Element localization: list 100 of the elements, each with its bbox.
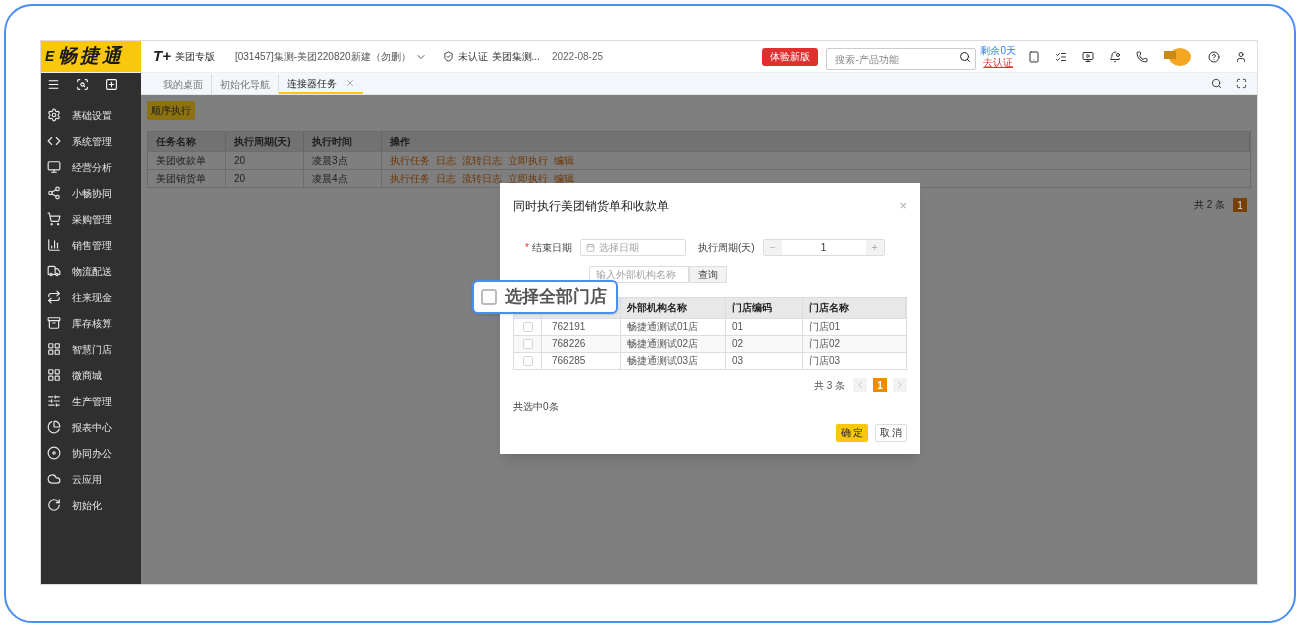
table-cell: 凌晨4点: [304, 170, 382, 187]
search-field[interactable]: 搜索-产品功能: [826, 48, 977, 70]
table-cell: 02: [726, 335, 803, 352]
grid-icon: [47, 368, 61, 382]
cert-status: 未认证: [457, 50, 488, 64]
field-label: 结束日期: [531, 240, 572, 255]
table-cell: 03: [726, 352, 803, 369]
code-icon: [47, 134, 61, 148]
table-cell: 768226: [542, 335, 621, 352]
stepper-value: 1: [819, 240, 828, 255]
select-all-label: 选择全部门店: [505, 286, 607, 309]
table-cell: 01: [726, 318, 803, 335]
certify-link[interactable]: 去认证: [983, 56, 1014, 69]
table-cell: 畅捷通测试03店: [621, 352, 726, 369]
table-cell: 20: [226, 170, 304, 187]
sidebar-item[interactable]: 智慧门店: [41, 336, 141, 362]
tab[interactable]: 我的桌面: [155, 74, 212, 94]
tablet-icon[interactable]: [1028, 50, 1040, 63]
table-cell-text: 门店02: [808, 337, 842, 351]
table-cell: 美团销货单: [148, 170, 226, 187]
date-field[interactable]: 选择日期: [579, 238, 686, 256]
menu-icon[interactable]: [47, 77, 60, 91]
sequence-button[interactable]: 顺序执行: [147, 101, 195, 120]
shield-icon: [442, 51, 454, 62]
disc-icon: [47, 446, 61, 460]
sidebar-item[interactable]: 小畅协同: [41, 180, 141, 206]
total-count: 共 2 条: [1193, 198, 1225, 212]
sidebar-item[interactable]: 生产管理: [41, 388, 141, 414]
refresh-icon: [47, 498, 61, 512]
select-all-checkbox[interactable]: [481, 289, 497, 305]
checklist-icon[interactable]: [1055, 50, 1067, 63]
search-icon[interactable]: [959, 50, 972, 63]
sidebar-item[interactable]: 云应用: [41, 466, 141, 492]
days-left: 剩余0天: [980, 44, 1016, 57]
sliders-icon: [47, 394, 61, 408]
table-cell: 畅捷通测试02店: [621, 335, 726, 352]
column-header: 操作: [382, 132, 1250, 151]
bell-icon[interactable]: [1109, 50, 1121, 63]
trial-button[interactable]: 体验新版: [762, 47, 819, 66]
grid-icon: [47, 342, 61, 356]
sidebar-item[interactable]: 销售管理: [41, 232, 141, 258]
required-mark: *: [525, 240, 529, 255]
cloud-icon: [47, 472, 61, 486]
brand-mark: T+: [153, 46, 171, 67]
screen-icon[interactable]: [1082, 50, 1094, 63]
page-button[interactable]: 1: [1233, 197, 1247, 212]
table-cell: 762191: [542, 318, 621, 335]
sidebar-item[interactable]: 采购管理: [41, 206, 141, 232]
query-button[interactable]: 查询: [689, 265, 727, 283]
table-cell: 凌晨3点: [304, 152, 382, 169]
sidebar-item[interactable]: 往来现金: [41, 284, 141, 310]
column-header: 外部机构名称: [621, 297, 726, 318]
row-checkbox[interactable]: [522, 338, 533, 349]
total-count: 共 3 条: [813, 378, 845, 393]
table-cell-text: 门店01: [808, 320, 842, 334]
sidebar-item[interactable]: 库存核算: [41, 310, 141, 336]
table-cell: 20: [226, 152, 304, 169]
selected-count: 共选中0条: [513, 399, 560, 414]
brand-label: 美团专版: [174, 50, 215, 64]
row-checkbox[interactable]: [522, 355, 533, 366]
archive-icon: [47, 316, 61, 330]
column-header: 任务名称: [148, 132, 226, 151]
network-icon: [47, 186, 61, 200]
sidebar-item[interactable]: 物流配送: [41, 258, 141, 284]
sidebar-item[interactable]: 基础设置: [41, 102, 141, 128]
pie-chart-icon: [47, 420, 61, 434]
column-header: 执行时间: [304, 132, 382, 151]
confirm-button[interactable]: 确 定: [836, 423, 868, 442]
company-selector[interactable]: [031457]集测-美团220820新建（勿删）: [234, 49, 427, 64]
table-cell: 766285: [542, 352, 621, 369]
dialog-title: 同时执行美团销货单和收款单: [513, 197, 669, 215]
sidebar-item[interactable]: 协同办公: [41, 440, 141, 466]
column-header: 执行周期(天): [226, 132, 304, 151]
repeat-icon: [47, 290, 61, 304]
sidebar-item[interactable]: 系统管理: [41, 128, 141, 154]
gear-icon: [47, 108, 61, 122]
sidebar-item[interactable]: 报表中心: [41, 414, 141, 440]
field-label: 执行周期(天): [697, 240, 755, 255]
sidebar-item[interactable]: 微商城: [41, 362, 141, 388]
user-icon[interactable]: [1235, 50, 1247, 63]
date-label: 2022-08-25: [551, 50, 604, 64]
calendar-icon: [585, 242, 595, 252]
sidebar-item[interactable]: 初始化: [41, 492, 141, 518]
cart-icon: [47, 212, 61, 226]
sidebar-item[interactable]: 经营分析: [41, 154, 141, 180]
logo: E 畅捷通: [41, 41, 141, 72]
table-cell: 美团收款单: [148, 152, 226, 169]
phone-icon[interactable]: [1136, 50, 1148, 63]
help-icon[interactable]: [1208, 50, 1220, 63]
column-header: 门店名称: [803, 297, 906, 318]
row-checkbox[interactable]: [522, 321, 533, 332]
search-icon[interactable]: [1211, 78, 1222, 89]
fullscreen-icon[interactable]: [1236, 78, 1247, 89]
scan-search-icon[interactable]: [76, 77, 89, 91]
truck-icon: [47, 264, 61, 278]
monitor-icon: [47, 160, 61, 174]
tab[interactable]: 初始化导航: [212, 74, 279, 94]
cancel-button[interactable]: 取 消: [875, 423, 907, 442]
mascot-icon[interactable]: [1163, 46, 1193, 67]
add-icon[interactable]: [105, 77, 118, 91]
